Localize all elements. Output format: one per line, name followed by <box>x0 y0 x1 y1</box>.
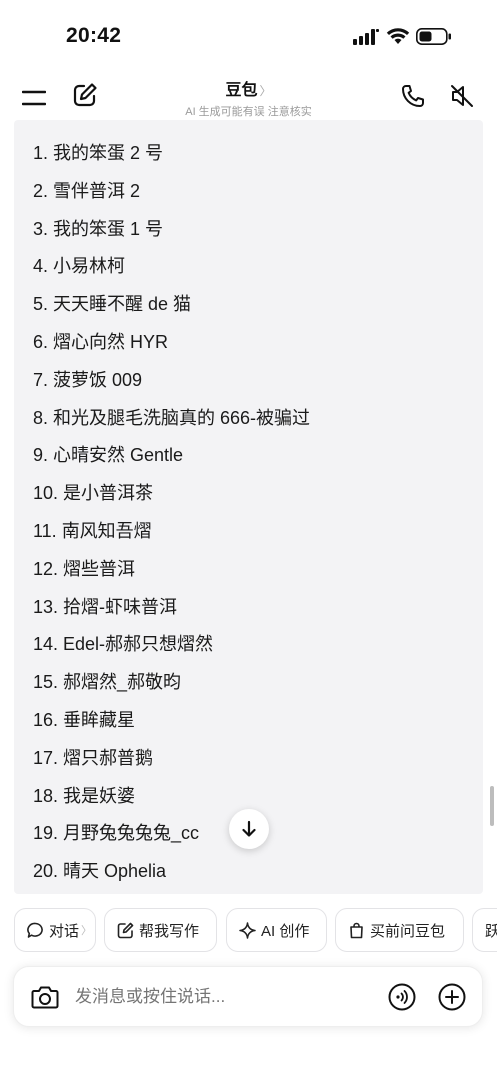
chat-header: 豆包〉 AI 生成可能有误 注意核实 <box>0 74 497 120</box>
quick-actions-bar: 对话〉 帮我写作 AI 创作 买前问豆包 跃 <box>0 908 497 952</box>
chat-title: 豆包 <box>225 82 258 99</box>
list-item: 1. 我的笨蛋 2 号 <box>33 143 164 163</box>
chat-title-area[interactable]: 豆包〉 AI 生成可能有误 注意核实 <box>150 76 347 119</box>
wifi-icon <box>386 28 410 44</box>
scroll-to-bottom-button[interactable] <box>229 809 269 849</box>
message-input-bar <box>13 966 483 1027</box>
name-list: 1. 我的笨蛋 2 号 2. 雪伴普洱 2 3. 我的笨蛋 1 号 4. 小易林… <box>33 140 310 894</box>
chat-mode-label: 对话 <box>49 922 80 940</box>
list-item: 9. 心晴安然 Gentle <box>33 445 184 466</box>
message-input[interactable] <box>75 967 375 1026</box>
list-item: 18. 我是妖婆 <box>33 785 136 806</box>
list-item: 15. 郝熠然_郝敬昀 <box>33 672 182 693</box>
list-item: 5. 天天睡不醒 de 猫 <box>33 294 192 315</box>
writing-assist-button[interactable]: 帮我写作 <box>104 908 217 952</box>
new-chat-edit-icon[interactable] <box>72 82 98 108</box>
list-item: 16. 垂眸藏星 <box>33 709 136 730</box>
status-time: 20:42 <box>66 24 122 47</box>
ai-create-button[interactable]: AI 创作 <box>226 908 327 952</box>
cellular-signal-icon <box>353 29 379 45</box>
chat-bubble-icon <box>27 922 43 938</box>
list-item: 17. 熠只郝普鹅 <box>33 747 154 768</box>
list-item: 4. 小易林柯 <box>33 256 126 277</box>
menu-icon[interactable] <box>22 84 46 108</box>
pen-square-icon <box>117 922 134 938</box>
more-action-button[interactable]: 跃 <box>472 908 497 952</box>
arrow-down-icon <box>242 820 256 837</box>
list-item: 13. 拾熠-虾味普洱 <box>33 596 178 617</box>
scrollbar-thumb[interactable] <box>490 786 494 826</box>
voice-call-icon[interactable] <box>388 983 416 1011</box>
assistant-message-bubble: 1. 我的笨蛋 2 号 2. 雪伴普洱 2 3. 我的笨蛋 1 号 4. 小易林… <box>14 120 483 894</box>
more-action-label: 跃 <box>485 922 497 940</box>
list-item: 11. 南风知吾熠 <box>33 520 152 541</box>
list-item: 3. 我的笨蛋 1 号 <box>33 218 164 239</box>
plus-icon[interactable] <box>438 983 466 1011</box>
writing-assist-label: 帮我写作 <box>139 922 200 940</box>
camera-icon[interactable] <box>31 984 59 1010</box>
battery-icon <box>416 28 451 45</box>
status-bar: 20:42 <box>0 0 497 74</box>
phone-call-icon[interactable] <box>400 83 426 109</box>
ai-disclaimer: AI 生成可能有误 注意核实 <box>185 106 312 118</box>
speaker-muted-icon[interactable] <box>449 83 475 109</box>
chat-mode-button[interactable]: 对话〉 <box>14 908 96 952</box>
list-item: 7. 菠萝饭 009 <box>33 369 143 390</box>
ai-create-label: AI 创作 <box>261 922 310 940</box>
list-item: 6. 熠心向然 HYR <box>33 331 169 352</box>
list-item: 2. 雪伴普洱 2 <box>33 180 141 201</box>
ask-before-buy-label: 买前问豆包 <box>370 922 446 940</box>
list-item: 10. 是小普洱茶 <box>33 483 154 504</box>
list-item: 20. 晴天 Ophelia <box>33 861 167 882</box>
sparkle-icon <box>239 921 256 939</box>
chat-mode-chevron-icon: 〉 <box>81 925 93 937</box>
shopping-bag-icon <box>350 922 363 938</box>
list-item: 8. 和光及腿毛洗脑真的 666-被骗过 <box>33 407 311 428</box>
list-item: 12. 熠些普洱 <box>33 558 136 579</box>
list-item: 14. Edel-郝郝只想熠然 <box>33 634 214 655</box>
title-chevron-icon: 〉 <box>259 84 272 98</box>
ask-before-buy-button[interactable]: 买前问豆包 <box>335 908 464 952</box>
